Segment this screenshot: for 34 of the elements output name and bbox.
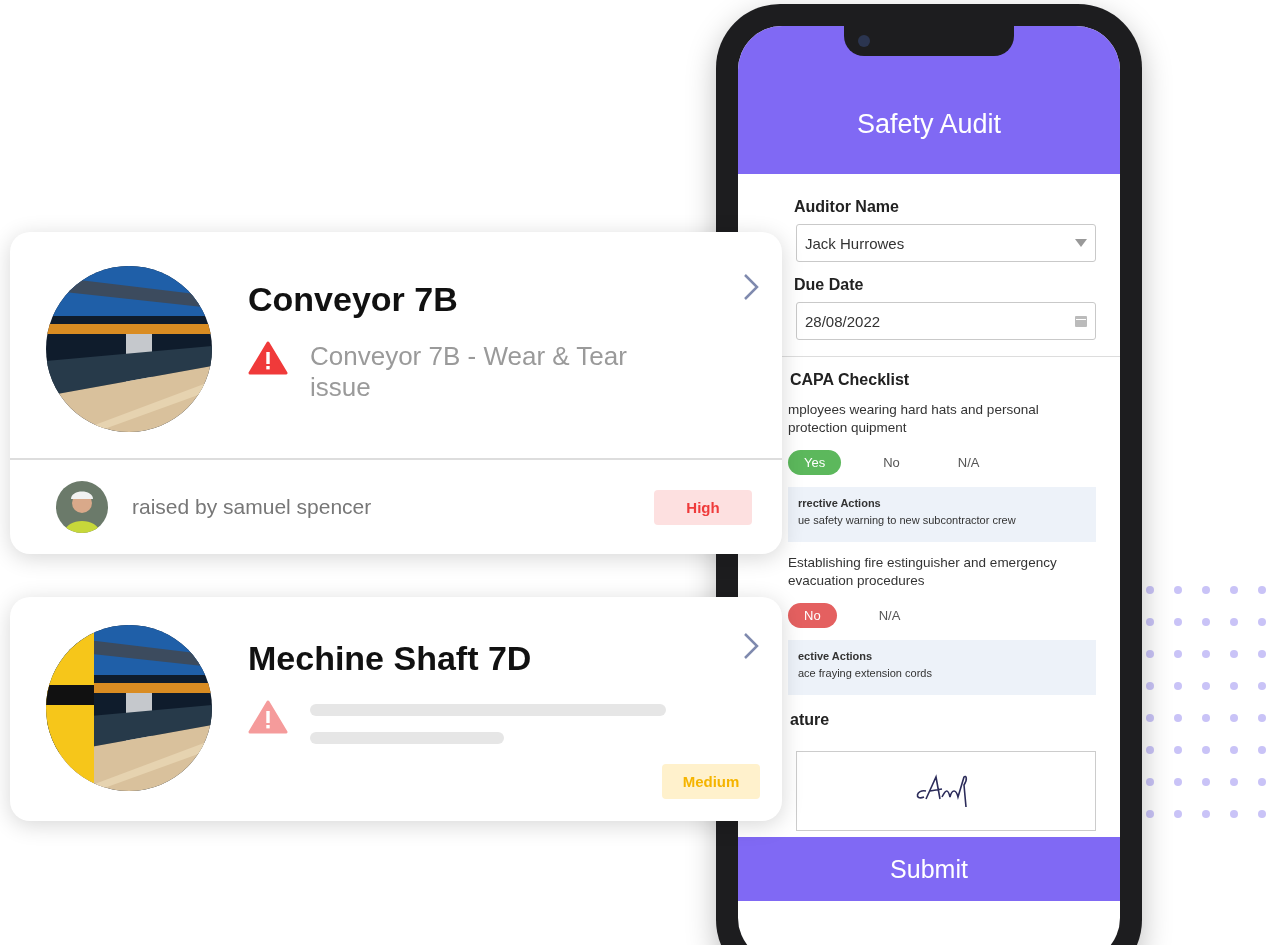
date-field[interactable]: 28/08/2022 xyxy=(796,302,1096,340)
caret-icon xyxy=(1075,239,1087,247)
calendar-icon xyxy=(1075,315,1087,327)
issue-card[interactable]: Mechine Shaft 7D Medium xyxy=(10,597,782,821)
app-title: Safety Audit xyxy=(856,109,1002,140)
checklist-question: Establishing fire estinguisher and emergency evacuation procedures xyxy=(788,554,1058,590)
warning-icon xyxy=(248,341,288,375)
card-title: Conveyor 7B xyxy=(248,280,458,319)
section-title: CAPA Checklist xyxy=(790,371,911,389)
select-field[interactable]: Jack Hurrowes xyxy=(796,224,1096,262)
warning-icon xyxy=(248,700,288,734)
issue-card[interactable]: Conveyor 7B Conveyor 7B - Wear & Tear issue raised by samuel spencer High xyxy=(10,232,782,554)
submit-button[interactable]: Submit xyxy=(738,837,1120,902)
avatar xyxy=(56,481,108,533)
answer-option[interactable]: N/A xyxy=(862,603,917,629)
raised-by-text: raised by samuel spencer xyxy=(132,495,373,519)
card-title: Mechine Shaft 7D xyxy=(248,639,532,678)
camera-icon xyxy=(858,35,870,47)
field-label: Due Date xyxy=(794,276,865,294)
priority-badge: Medium xyxy=(662,764,760,799)
actions-title: rrective Actions xyxy=(798,497,882,510)
chevron-right-icon[interactable] xyxy=(742,272,760,302)
signature-field[interactable] xyxy=(796,751,1096,832)
issue-description: Conveyor 7B - Wear & Tear issue xyxy=(310,341,628,404)
field-label: ature xyxy=(790,711,831,730)
field-label: Auditor Name xyxy=(794,198,900,216)
chevron-right-icon[interactable] xyxy=(742,631,760,661)
actions-title: ective Actions xyxy=(798,650,874,663)
actions-text: ace fraying extension cords xyxy=(798,667,933,680)
checklist-question: mployees wearing hard hats and personal protection quipment xyxy=(788,401,1040,437)
priority-badge: High xyxy=(654,489,752,525)
answer-option[interactable]: No xyxy=(867,450,916,476)
actions-text: ue safety warning to new subcontractor crew xyxy=(798,514,1017,527)
answer-option[interactable]: N/A xyxy=(941,450,996,476)
